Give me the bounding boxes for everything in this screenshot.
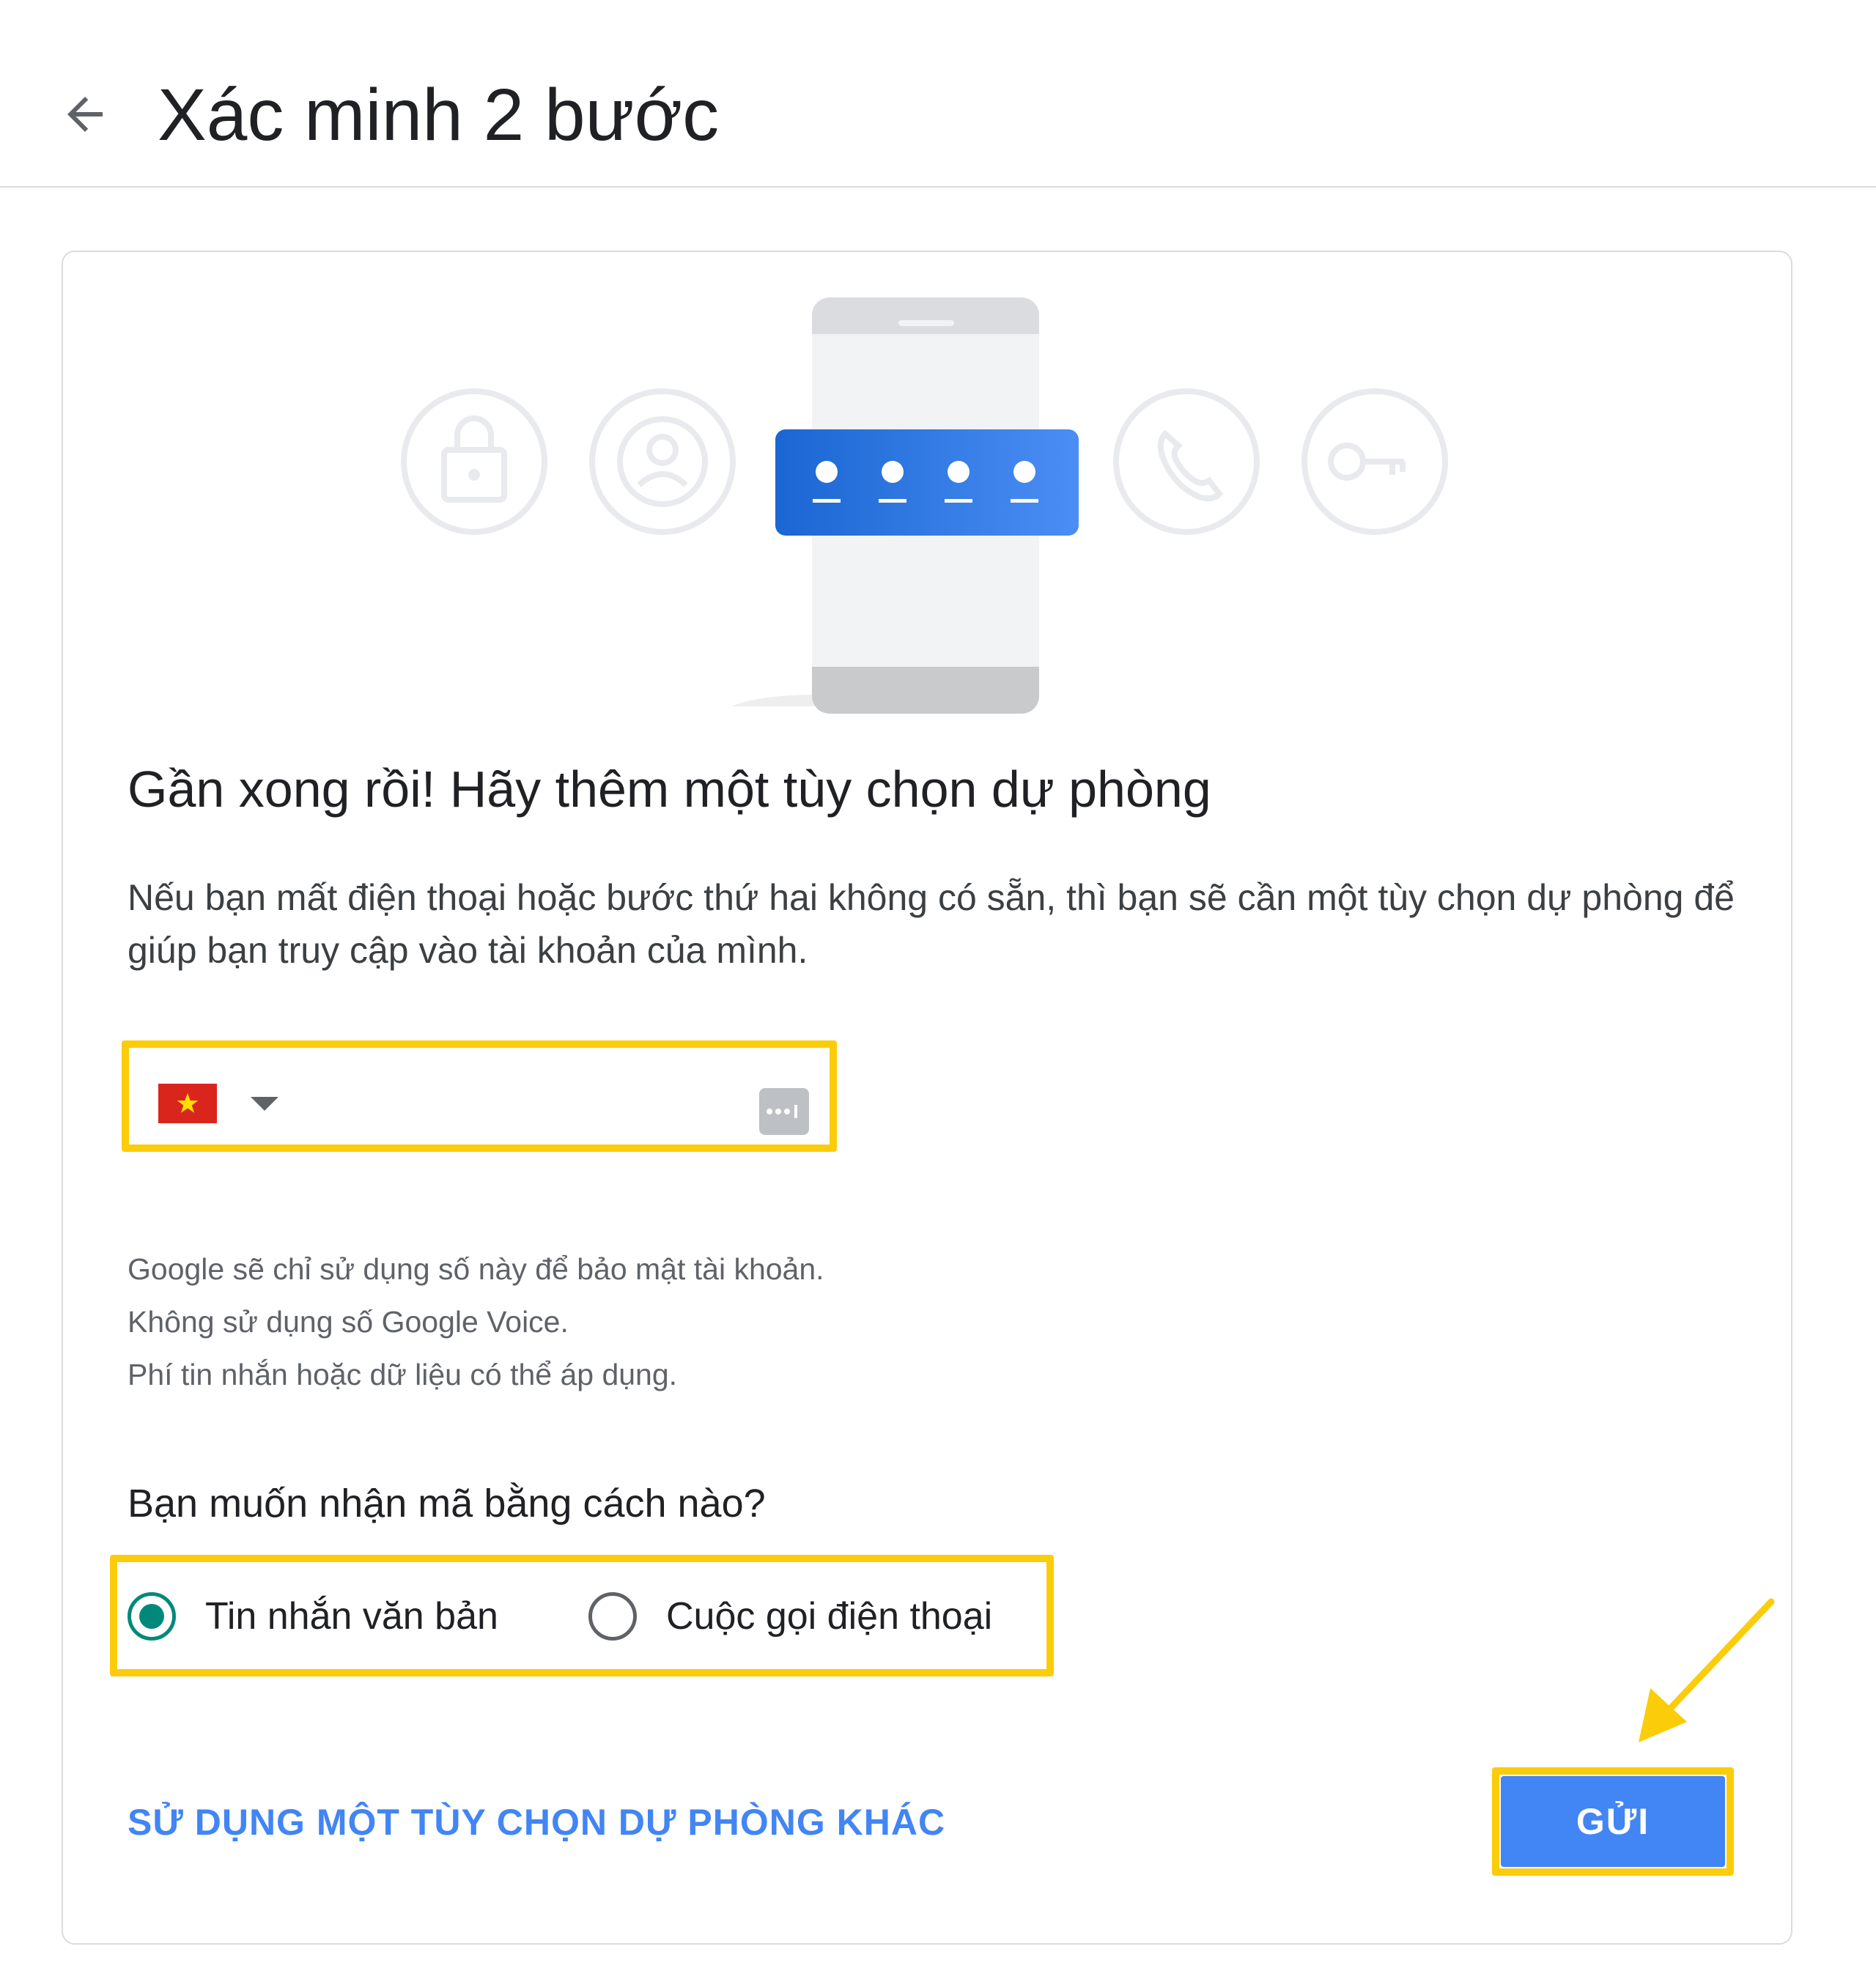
- note-line: Không sử dụng số Google Voice.: [128, 1305, 569, 1339]
- radio-dot: [139, 1604, 164, 1629]
- delivery-method-question: Bạn muốn nhận mã bằng cách nào?: [128, 1482, 766, 1526]
- page: Xác minh 2 bước Gần xong rồi! Hãy thêm m…: [0, 0, 1876, 1971]
- radio-label-phone-call: Cuộc gọi điện thoại: [666, 1595, 993, 1638]
- account-icon: [589, 388, 736, 535]
- radio-button-unchecked[interactable]: [588, 1592, 637, 1641]
- phone-number-input[interactable]: [320, 1067, 715, 1125]
- phone-number-field: [122, 1040, 837, 1152]
- radio-button-checked[interactable]: [128, 1592, 176, 1641]
- page-header: Xác minh 2 bước: [0, 0, 1876, 188]
- radio-label-text-message: Tin nhắn văn bản: [205, 1595, 498, 1638]
- key-icon: [1301, 388, 1448, 535]
- note-line: Google sẽ chỉ sử dụng số này để bảo mật …: [128, 1252, 824, 1286]
- back-button[interactable]: [51, 81, 119, 148]
- page-title: Xác minh 2 bước: [158, 74, 720, 156]
- card-description: Nếu bạn mất điện thoại hoặc bước thứ hai…: [128, 877, 1735, 971]
- arrow-back-icon: [67, 97, 103, 132]
- radio-phone-call[interactable]: Cuộc gọi điện thoại: [588, 1587, 992, 1646]
- phone-call-icon: [1113, 388, 1260, 535]
- radio-text-message[interactable]: Tin nhắn văn bản: [128, 1587, 498, 1646]
- send-button-highlight: GỬI: [1492, 1767, 1734, 1876]
- send-button[interactable]: GỬI: [1501, 1776, 1725, 1867]
- note-line: Phí tin nhắn hoặc dữ liệu có thể áp dụng…: [128, 1358, 678, 1391]
- country-selector[interactable]: [158, 1081, 305, 1125]
- lock-icon: [401, 388, 547, 535]
- setup-card: Gần xong rồi! Hãy thêm một tùy chọn dự p…: [62, 251, 1792, 1945]
- autofill-password-icon[interactable]: [759, 1088, 809, 1135]
- use-other-backup-option-link[interactable]: SỬ DỤNG MỘT TÙY CHỌN DỰ PHÒNG KHÁC: [128, 1797, 945, 1848]
- card-heading: Gần xong rồi! Hãy thêm một tùy chọn dự p…: [128, 761, 1211, 818]
- phone-usage-notes: Google sẽ chỉ sử dụng số này để bảo mật …: [128, 1243, 824, 1401]
- vietnam-flag-icon: [158, 1084, 217, 1123]
- dropdown-caret-icon: [251, 1096, 278, 1111]
- delivery-method-radio-group: Tin nhắn văn bản Cuộc gọi điện thoại: [110, 1555, 1054, 1676]
- verification-code-card: [775, 429, 1079, 536]
- backup-illustration: [401, 297, 1448, 714]
